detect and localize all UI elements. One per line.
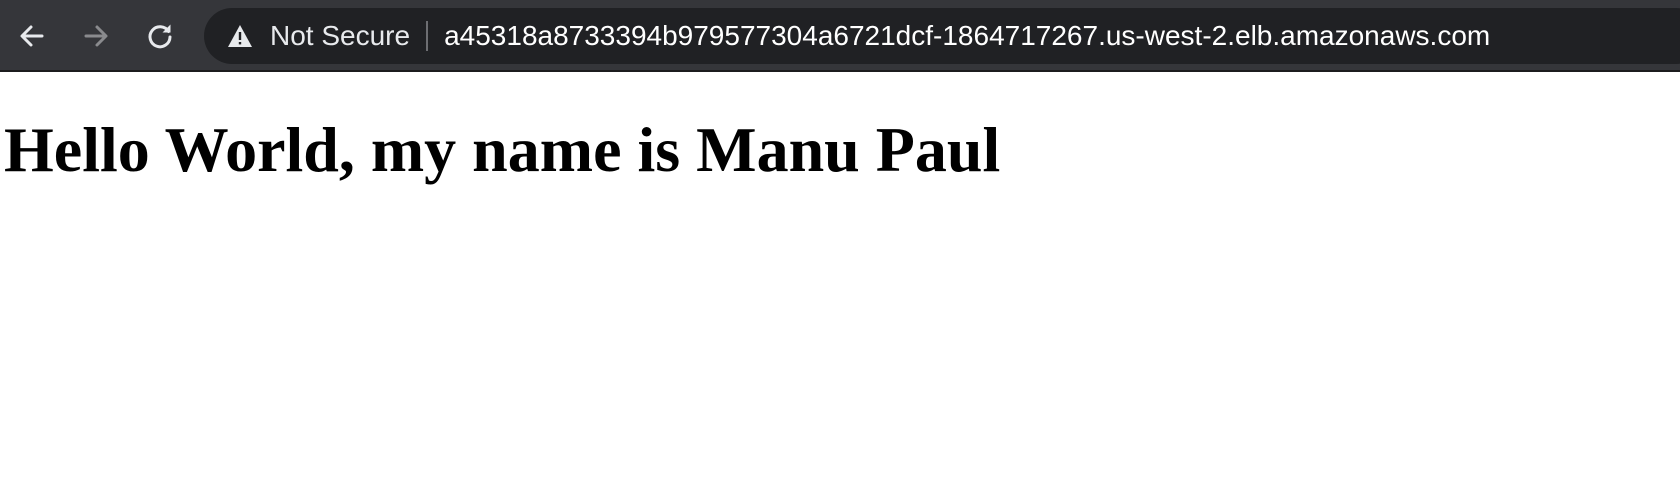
url-text[interactable]: a45318a8733394b979577304a6721dcf-1864717… bbox=[444, 20, 1490, 52]
reload-button[interactable] bbox=[140, 16, 180, 56]
arrow-left-icon bbox=[16, 20, 48, 52]
page-content: Hello World, my name is Manu Paul bbox=[0, 72, 1680, 492]
back-button[interactable] bbox=[12, 16, 52, 56]
omnibox-divider bbox=[426, 21, 429, 51]
address-bar[interactable]: Not Secure a45318a8733394b979577304a6721… bbox=[204, 8, 1680, 64]
warning-triangle-icon[interactable] bbox=[226, 22, 254, 50]
arrow-right-icon bbox=[80, 20, 112, 52]
reload-icon bbox=[144, 20, 176, 52]
forward-button[interactable] bbox=[76, 16, 116, 56]
security-status-label[interactable]: Not Secure bbox=[270, 20, 410, 52]
browser-toolbar: Not Secure a45318a8733394b979577304a6721… bbox=[0, 0, 1680, 72]
page-heading: Hello World, my name is Manu Paul bbox=[4, 114, 1001, 185]
